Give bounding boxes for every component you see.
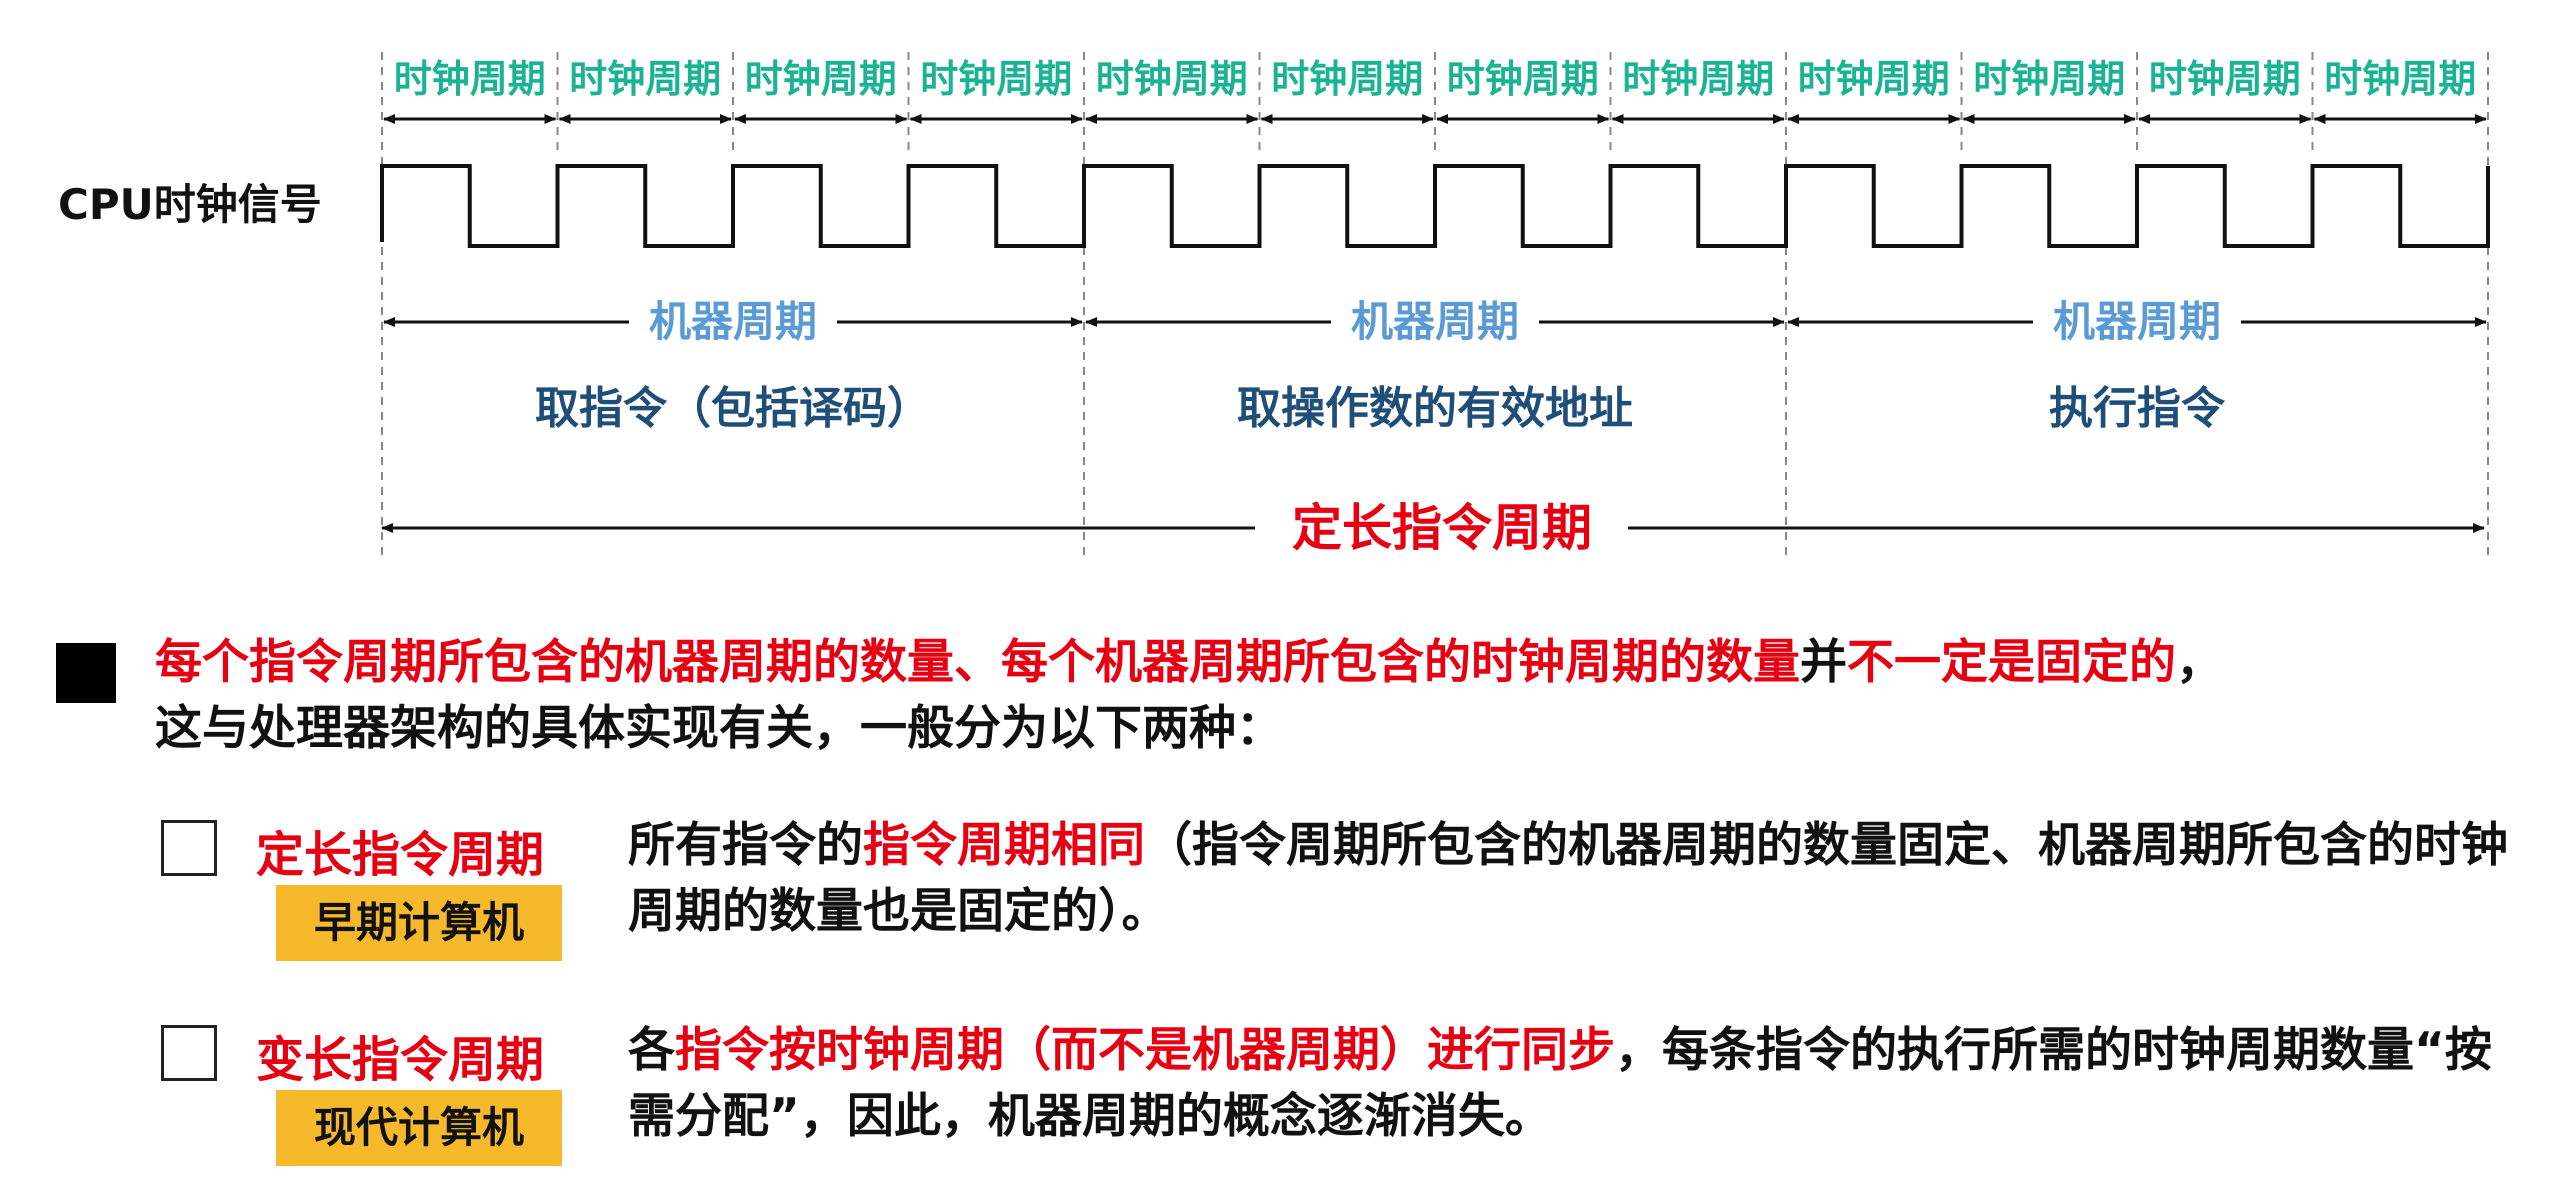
fixed-desc-highlight: 指令周期相同 <box>863 818 1145 873</box>
fixed-cycle-label: 定长指令周期 <box>256 827 545 883</box>
cycle-diagram: 时钟周期 时钟周期 时钟周期 时钟周期 时钟周期 时钟周期 时钟周期 时钟周期 时钟周期 时钟周期… <box>58 52 2490 557</box>
variable-desc-highlight: 指令按时钟周期（而不是机器周期）进行同步 <box>675 1023 1615 1078</box>
early-computer-tag: 早期计算机 <box>276 885 562 961</box>
checkbox-fixed-cycle[interactable] <box>161 820 217 876</box>
clock-cycle-label: 时钟周期 <box>1798 57 1950 101</box>
instruction-cycle-label: 定长指令周期 <box>1292 499 1592 557</box>
clock-cycle-label: 时钟周期 <box>745 57 897 101</box>
clock-cycle-label: 时钟周期 <box>1622 57 1774 101</box>
clock-cycle-label: 时钟周期 <box>1447 57 1599 101</box>
note-and: 并 <box>1800 635 1847 690</box>
clock-cycle-label: 时钟周期 <box>1973 57 2125 101</box>
note-separator: 、 <box>954 635 1001 690</box>
phase-label: 取指令（包括译码） <box>535 383 931 434</box>
fixed-cycle-description: 所有指令的指令周期相同（指令周期所包含的机器周期的数量固定、机器周期所包含的时钟… <box>628 813 2508 945</box>
note-highlight-2: 每个机器周期所包含的时钟周期的数量 <box>1001 635 1800 690</box>
cpu-clock-signal-label: CPU时钟信号 <box>58 180 322 229</box>
clock-cycle-label: 时钟周期 <box>1096 57 1248 101</box>
machine-cycle-arrows: 机器周期 机器周期 机器周期 <box>383 297 2487 346</box>
bullet-square <box>56 643 116 703</box>
note-paragraph: 每个指令周期所包含的机器周期的数量、每个机器周期所包含的时钟周期的数量并不一定是… <box>155 630 2515 762</box>
clock-waveform <box>380 164 2490 248</box>
clock-cycle-label: 时钟周期 <box>2149 57 2301 101</box>
clock-cycle-label: 时钟周期 <box>394 57 546 101</box>
machine-cycle-label: 机器周期 <box>1351 297 1519 346</box>
variable-desc-a: 各 <box>628 1023 675 1078</box>
checkbox-variable-cycle[interactable] <box>161 1025 217 1081</box>
clock-cycle-label: 时钟周期 <box>569 57 721 101</box>
note-comma: ， <box>2176 635 2223 690</box>
clock-cycle-label: 时钟周期 <box>1271 57 1423 101</box>
phase-label: 取操作数的有效地址 <box>1237 383 1633 434</box>
fixed-desc-a: 所有指令的 <box>628 818 863 873</box>
note-highlight-1: 每个指令周期所包含的机器周期的数量 <box>155 635 954 690</box>
variable-cycle-label: 变长指令周期 <box>256 1032 545 1088</box>
clock-cycle-label: 时钟周期 <box>2324 57 2476 101</box>
machine-cycle-label: 机器周期 <box>649 297 817 346</box>
phase-labels: 取指令（包括译码） 取操作数的有效地址 执行指令 <box>535 383 2226 434</box>
phase-label: 执行指令 <box>2049 383 2226 434</box>
clock-cycle-label: 时钟周期 <box>920 57 1072 101</box>
variable-cycle-description: 各指令按时钟周期（而不是机器周期）进行同步，每条指令的执行所需的时钟周期数量“按… <box>628 1018 2508 1150</box>
note-highlight-3: 不一定是固定的 <box>1847 635 2176 690</box>
machine-cycle-label: 机器周期 <box>2053 297 2221 346</box>
note-line-2: 这与处理器架构的具体实现有关，一般分为以下两种： <box>155 701 1283 756</box>
clock-cycle-labels: 时钟周期 时钟周期 时钟周期 时钟周期 时钟周期 时钟周期 时钟周期 时钟周期 时钟周期 时钟周期… <box>394 57 2477 101</box>
modern-computer-tag: 现代计算机 <box>276 1090 562 1166</box>
